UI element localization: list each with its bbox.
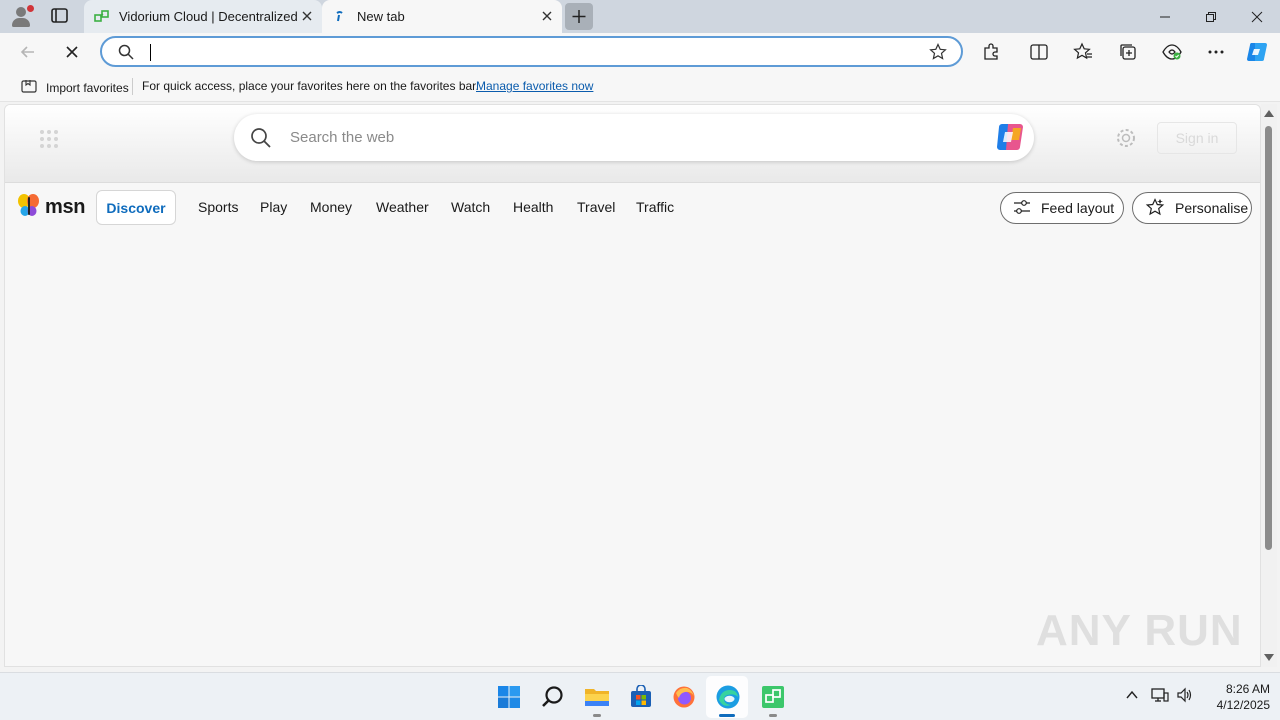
msn-nav: msn Discover Sports Play Money Weather W… (5, 183, 1260, 233)
active-indicator (719, 714, 735, 717)
sign-in-button[interactable]: Sign in (1157, 122, 1237, 154)
vertical-scrollbar[interactable] (1261, 104, 1277, 667)
msn-logo-text: msn (45, 196, 86, 218)
msn-logo[interactable]: msn (17, 193, 86, 222)
running-indicator (593, 714, 601, 717)
scroll-down-icon[interactable] (1264, 654, 1274, 661)
new-tab-button[interactable] (565, 3, 593, 30)
tab-actions-icon[interactable] (50, 7, 70, 25)
nav-money[interactable]: Money (310, 199, 352, 215)
collections-icon[interactable] (1116, 40, 1140, 64)
system-clock[interactable]: 8:26 AM 4/12/2025 (1196, 681, 1270, 713)
address-input[interactable] (154, 41, 914, 63)
text-cursor (150, 44, 151, 61)
nav-play[interactable]: Play (260, 199, 287, 215)
vidorium-icon[interactable] (759, 683, 787, 711)
watermark: ANY RUN (1036, 606, 1243, 655)
sliders-icon (1013, 199, 1031, 218)
feed-layout-label: Feed layout (1041, 200, 1115, 216)
extensions-icon[interactable] (979, 40, 1003, 64)
tab-new-tab[interactable]: New tab (322, 0, 562, 33)
tab-vidorium[interactable]: Vidorium Cloud | Decentralized L (84, 0, 322, 33)
nav-traffic[interactable]: Traffic (636, 199, 674, 215)
nav-sports[interactable]: Sports (198, 199, 238, 215)
more-options-icon[interactable] (1204, 40, 1228, 64)
personalise-label: Personalise (1175, 200, 1249, 216)
edge-icon[interactable] (714, 683, 742, 711)
copilot-icon[interactable] (994, 122, 1026, 152)
nav-health[interactable]: Health (513, 199, 553, 215)
favorites-icon[interactable] (1071, 40, 1095, 64)
nav-watch[interactable]: Watch (451, 199, 490, 215)
close-icon[interactable] (540, 9, 554, 23)
new-tab-page: Search the web Sign in msn Discover Spor… (4, 104, 1261, 667)
nav-weather[interactable]: Weather (376, 199, 429, 215)
file-explorer-icon[interactable] (583, 683, 611, 711)
personalise-star-icon (1145, 197, 1165, 219)
search-icon (118, 44, 134, 65)
nav-travel[interactable]: Travel (577, 199, 615, 215)
running-indicator (769, 714, 777, 717)
app-launcher-icon[interactable] (39, 129, 59, 149)
edge-loading-icon (332, 9, 348, 25)
show-hidden-icons-chevron[interactable] (1124, 687, 1140, 708)
firefox-icon[interactable] (670, 683, 698, 711)
divider (132, 78, 133, 95)
back-icon[interactable] (16, 40, 40, 64)
clock-date: 4/12/2025 (1216, 698, 1270, 712)
volume-icon[interactable] (1176, 687, 1194, 708)
close-icon[interactable] (300, 9, 314, 23)
personalise-button[interactable]: Personalise (1132, 192, 1252, 224)
feed-layout-button[interactable]: Feed layout (1000, 192, 1124, 224)
vidorium-icon (94, 9, 110, 25)
tab-bar: Vidorium Cloud | Decentralized L New tab (0, 0, 1280, 33)
minimize-icon[interactable] (1142, 0, 1188, 33)
clock-time: 8:26 AM (1225, 682, 1270, 696)
settings-gear-icon[interactable] (1115, 127, 1137, 149)
import-favorites-label: Import favorites (46, 81, 129, 95)
search-icon (250, 127, 272, 154)
tab-title: Vidorium Cloud | Decentralized L (119, 9, 299, 24)
scroll-up-icon[interactable] (1264, 110, 1274, 117)
copilot-icon[interactable] (1245, 40, 1269, 64)
restore-icon[interactable] (1188, 0, 1234, 33)
import-icon (21, 79, 38, 97)
taskbar: 8:26 AM 4/12/2025 (0, 672, 1280, 720)
network-icon[interactable] (1151, 687, 1169, 708)
favorites-bar-message: For quick access, place your favorites h… (142, 79, 479, 93)
stop-loading-icon[interactable] (60, 40, 84, 64)
scroll-thumb[interactable] (1265, 126, 1272, 550)
favorite-star-icon[interactable] (929, 43, 947, 66)
butterfly-icon (17, 193, 43, 222)
favorites-bar: Import favorites For quick access, place… (0, 70, 1280, 102)
tab-title: New tab (357, 9, 405, 24)
import-favorites-button[interactable]: Import favorites (13, 79, 129, 97)
start-icon[interactable] (495, 683, 523, 711)
address-bar[interactable] (100, 36, 963, 67)
store-icon[interactable] (627, 683, 655, 711)
close-window-icon[interactable] (1234, 0, 1280, 33)
profile-icon[interactable] (8, 4, 34, 30)
split-screen-icon[interactable] (1027, 40, 1051, 64)
web-search-box[interactable]: Search the web (234, 114, 1034, 161)
search-icon[interactable] (539, 683, 567, 711)
toolbar (0, 33, 1280, 70)
manage-favorites-link[interactable]: Manage favorites now (476, 79, 593, 93)
browser-essentials-icon[interactable] (1160, 40, 1184, 64)
tab-discover[interactable]: Discover (96, 190, 176, 225)
page-header: Search the web Sign in (5, 105, 1260, 183)
search-placeholder: Search the web (290, 129, 395, 146)
